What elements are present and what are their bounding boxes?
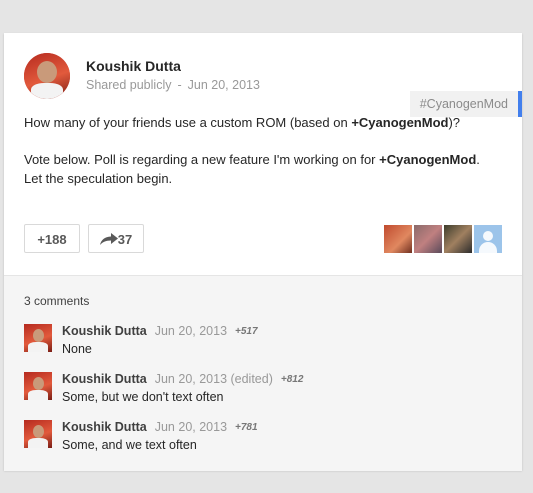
comment-plus-count[interactable]: +517 — [235, 326, 258, 337]
comment-avatar[interactable] — [24, 420, 52, 448]
author-name[interactable]: Koushik Dutta — [86, 58, 181, 74]
comment-text: Some, but we don't text often — [62, 390, 224, 404]
comment-date[interactable]: Jun 20, 2013 (edited) — [155, 372, 273, 386]
share-count: 37 — [117, 232, 133, 247]
comment-text: Some, and we text often — [62, 438, 197, 452]
post-date[interactable]: Jun 20, 2013 — [188, 78, 260, 92]
comment-avatar[interactable] — [24, 372, 52, 400]
comment-text: None — [62, 342, 92, 356]
comment-avatar[interactable] — [24, 324, 52, 352]
post-actions: +188 37 — [24, 224, 502, 256]
comment-author-line: Koushik Dutta Jun 20, 2013 +781 — [62, 420, 258, 434]
share-arrow-icon — [99, 233, 118, 245]
plus-one-button[interactable]: +188 — [24, 224, 80, 253]
share-button[interactable]: 37 — [88, 224, 144, 253]
post-line-2: Vote below. Poll is regarding a new feat… — [24, 152, 480, 186]
comment-date[interactable]: Jun 20, 2013 — [155, 324, 227, 338]
mention-link[interactable]: +CyanogenMod — [379, 152, 476, 167]
post-meta: Shared publicly - Jun 20, 2013 — [86, 78, 260, 92]
visibility-label[interactable]: Shared publicly — [86, 78, 171, 92]
post-body: How many of your friends use a custom RO… — [24, 113, 494, 206]
plusser-avatar[interactable] — [414, 225, 442, 253]
author-avatar[interactable] — [24, 53, 70, 99]
plusser-avatar[interactable] — [444, 225, 472, 253]
comment-plus-count[interactable]: +812 — [281, 374, 304, 385]
comment: Koushik Dutta Jun 20, 2013 +517 None — [24, 324, 504, 364]
meta-separator: - — [177, 78, 182, 92]
mention-link[interactable]: +CyanogenMod — [351, 115, 448, 130]
comment-date[interactable]: Jun 20, 2013 — [155, 420, 227, 434]
plussers-row — [382, 225, 502, 253]
default-avatar-icon[interactable] — [474, 225, 502, 253]
comment-author[interactable]: Koushik Dutta — [62, 420, 147, 434]
comments-section: 3 comments Koushik Dutta Jun 20, 2013 +517… — [4, 275, 522, 471]
comments-count[interactable]: 3 comments — [24, 294, 89, 308]
post-line-1: How many of your friends use a custom RO… — [24, 115, 461, 130]
comment-author[interactable]: Koushik Dutta — [62, 372, 147, 386]
comment-author[interactable]: Koushik Dutta — [62, 324, 147, 338]
comment-plus-count[interactable]: +781 — [235, 422, 258, 433]
post-header: Koushik Dutta Shared publicly - Jun 20, 20… — [24, 53, 522, 117]
comment-author-line: Koushik Dutta Jun 20, 2013 (edited) +812 — [62, 372, 303, 386]
comment: Koushik Dutta Jun 20, 2013 +781 Some, and … — [24, 420, 504, 460]
comment-author-line: Koushik Dutta Jun 20, 2013 +517 — [62, 324, 258, 338]
plusser-avatar[interactable] — [384, 225, 412, 253]
comment: Koushik Dutta Jun 20, 2013 (edited) +812 S… — [24, 372, 504, 412]
post-card: Koushik Dutta Shared publicly - Jun 20, 20… — [4, 33, 522, 471]
